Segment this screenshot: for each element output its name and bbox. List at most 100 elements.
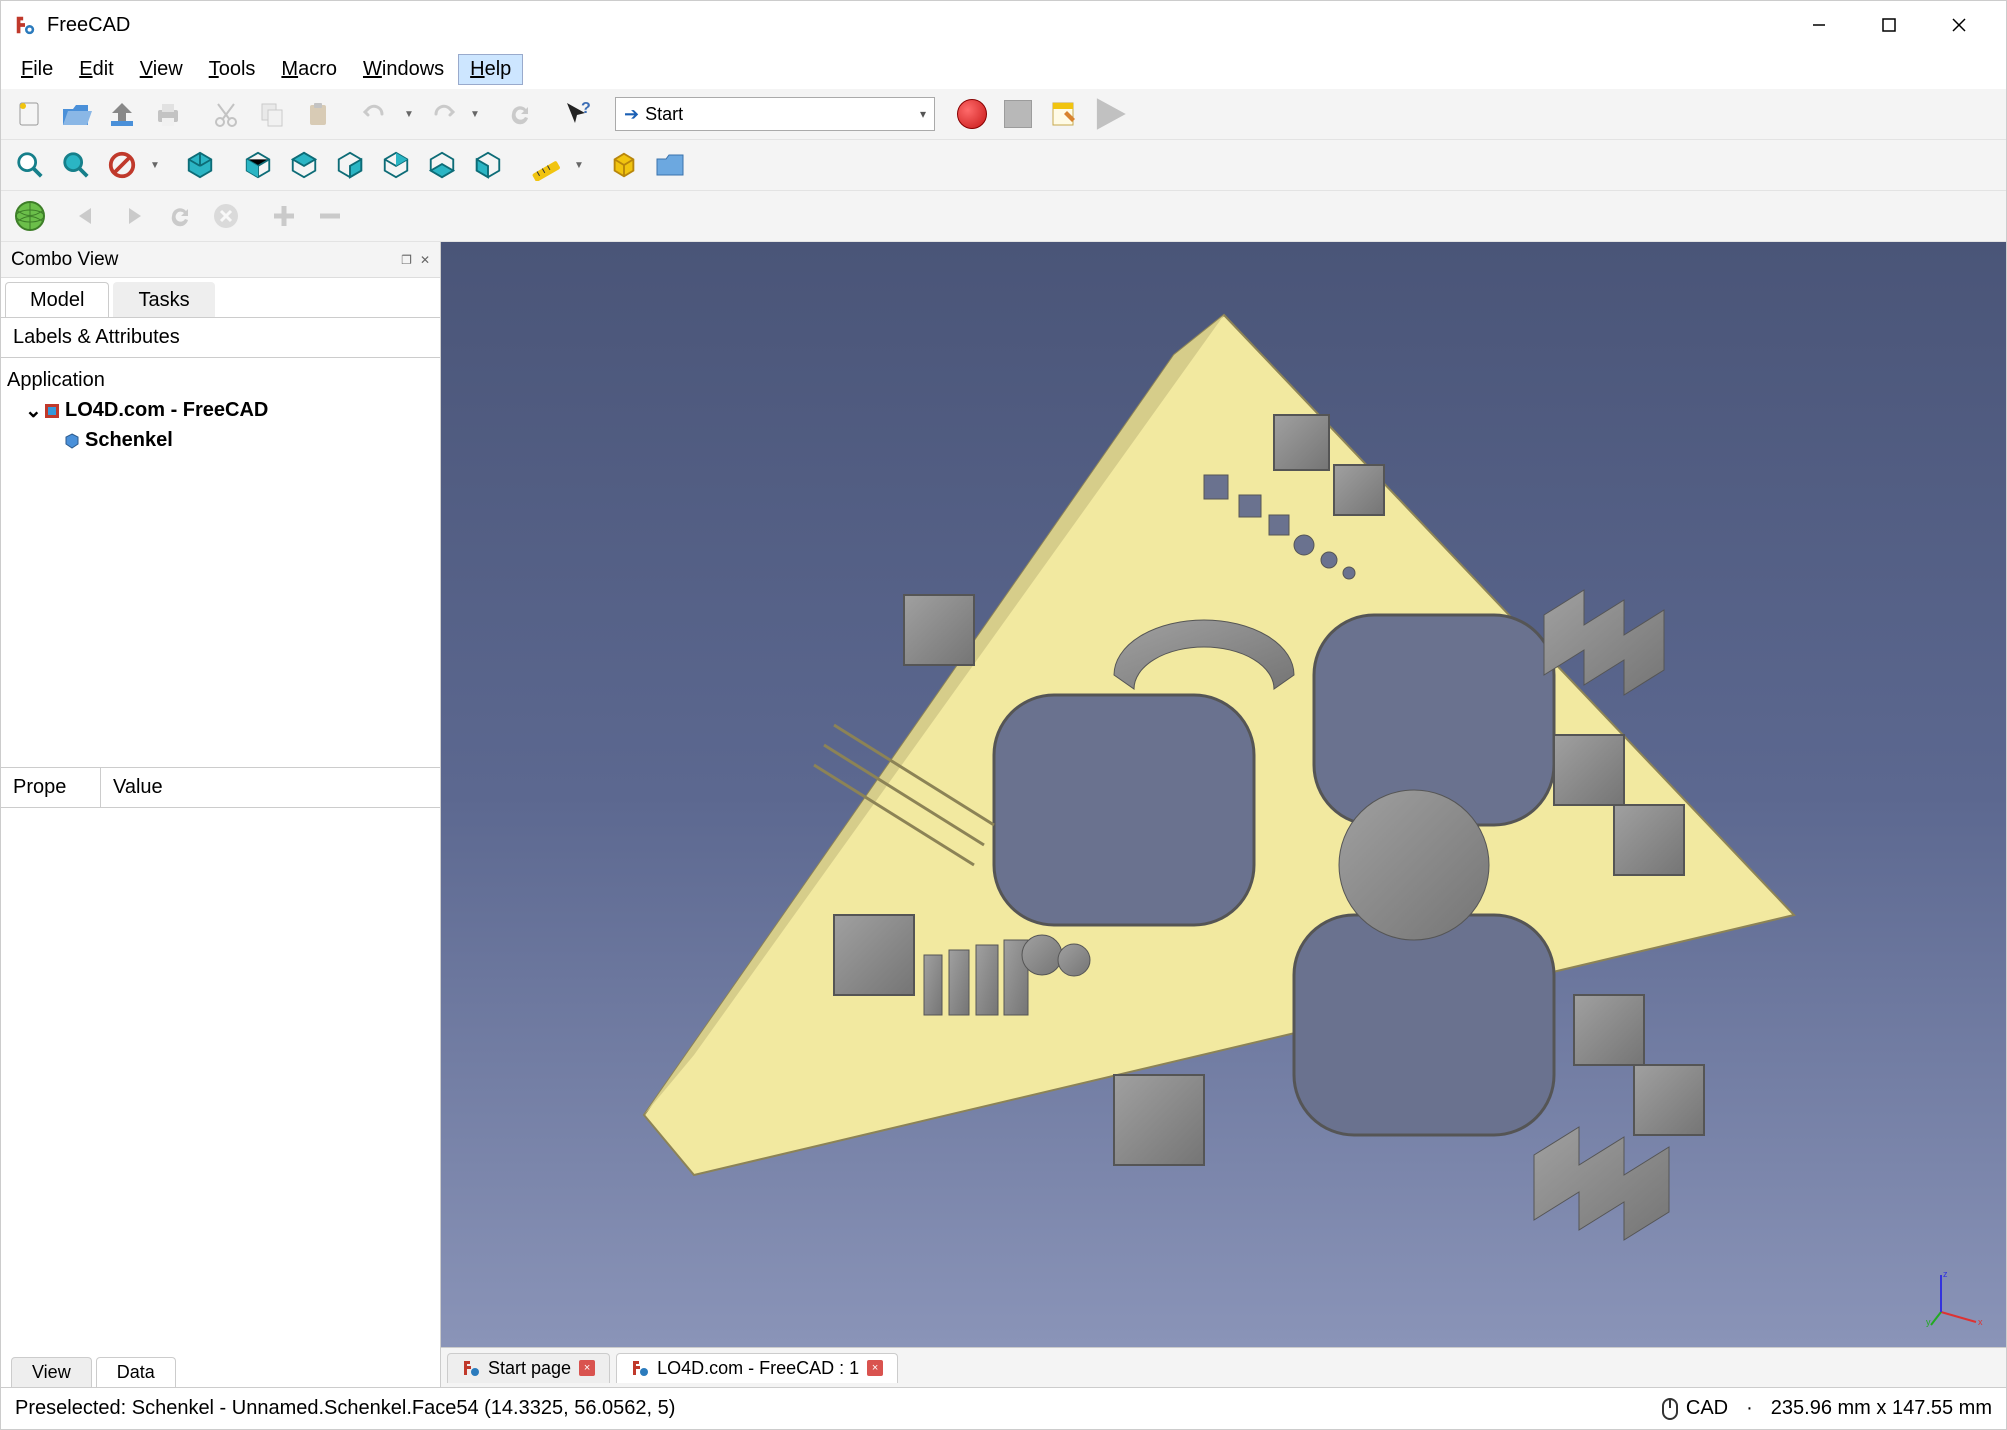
menu-help[interactable]: Help [458, 54, 523, 85]
main-area: Combo View ❐ ✕ Model Tasks Labels & Attr… [1, 242, 2006, 1387]
property-body[interactable] [1, 808, 440, 1351]
tree-body[interactable]: Application ⌄ LO4D.com - FreeCAD Schenke… [1, 358, 440, 767]
part-button[interactable] [603, 144, 645, 186]
maximize-button[interactable] [1854, 1, 1924, 49]
tab-model[interactable]: Model [5, 282, 109, 317]
menu-view[interactable]: View [128, 54, 195, 85]
fit-all-button[interactable] [9, 144, 51, 186]
property-panel: Prope Value View Data [1, 767, 440, 1387]
start-icon: ➔ [624, 104, 639, 125]
menu-tools[interactable]: Tools [197, 54, 268, 85]
expand-icon[interactable]: ⌄ [25, 398, 39, 423]
copy-button[interactable] [251, 93, 293, 135]
top-view-button[interactable] [283, 144, 325, 186]
refresh-button[interactable] [499, 93, 541, 135]
front-view-button[interactable] [237, 144, 279, 186]
panel-float-button[interactable]: ❐ [401, 253, 412, 267]
browser-refresh-button[interactable] [159, 195, 201, 237]
paste-button[interactable] [297, 93, 339, 135]
property-col-name: Prope [1, 768, 101, 807]
property-tab-data[interactable]: Data [96, 1357, 176, 1387]
menu-macro[interactable]: Macro [269, 54, 349, 85]
tab-tasks[interactable]: Tasks [113, 282, 214, 317]
zoom-out-button[interactable] [309, 195, 351, 237]
whats-this-button[interactable]: ? [557, 93, 599, 135]
window-title: FreeCAD [47, 14, 130, 37]
menu-file[interactable]: File [9, 54, 65, 85]
new-button[interactable] [9, 93, 51, 135]
print-button[interactable] [147, 93, 189, 135]
browser-stop-button[interactable] [205, 195, 247, 237]
doc-tab-active[interactable]: LO4D.com - FreeCAD : 1 × [616, 1353, 898, 1383]
close-button[interactable] [1924, 1, 1994, 49]
measure-dropdown[interactable]: ▼ [571, 144, 587, 186]
tree-header: Labels & Attributes [1, 318, 440, 358]
property-tabs: View Data [1, 1351, 440, 1387]
tree-item-label: Schenkel [85, 429, 173, 452]
model-render [441, 242, 2006, 1347]
menu-windows[interactable]: Windows [351, 54, 456, 85]
combo-view-title-bar: Combo View ❐ ✕ [1, 242, 440, 278]
workbench-selector[interactable]: ➔ Start ▾ [615, 97, 935, 131]
toolbar-view: ▼ ▼ [1, 140, 2006, 191]
fit-selection-button[interactable] [55, 144, 97, 186]
nav-style-selector[interactable]: CAD [1660, 1396, 1728, 1422]
rear-view-button[interactable] [375, 144, 417, 186]
combo-tabs: Model Tasks [1, 278, 440, 318]
menu-bar: File Edit View Tools Macro Windows Help [1, 49, 2006, 89]
tree-document-label: LO4D.com - FreeCAD [65, 399, 268, 422]
browser-home-button[interactable] [9, 195, 51, 237]
app-icon [13, 13, 37, 37]
close-icon[interactable]: × [867, 1360, 883, 1376]
bottom-view-button[interactable] [421, 144, 463, 186]
document-icon [43, 402, 61, 420]
right-view-button[interactable] [329, 144, 371, 186]
tree-app-root[interactable]: Application [7, 366, 434, 395]
document-tabs: Start page × LO4D.com - FreeCAD : 1 × [441, 1347, 2006, 1387]
3d-viewport[interactable]: x y z [441, 242, 2006, 1347]
cut-button[interactable] [205, 93, 247, 135]
macro-play-button[interactable] [1089, 93, 1131, 135]
undo-button[interactable] [355, 93, 397, 135]
doc-tab-active-label: LO4D.com - FreeCAD : 1 [657, 1358, 859, 1379]
macro-stop-button[interactable] [997, 93, 1039, 135]
svg-text:z: z [1943, 1269, 1948, 1279]
app-window: FreeCAD File Edit View Tools Macro Windo… [0, 0, 2007, 1430]
status-bar: Preselected: Schenkel - Unnamed.Schenkel… [1, 1387, 2006, 1429]
svg-text:y: y [1926, 1317, 1931, 1327]
group-button[interactable] [649, 144, 691, 186]
combo-view-title: Combo View [11, 249, 118, 271]
panel-close-button[interactable]: ✕ [420, 253, 430, 267]
title-bar: FreeCAD [1, 1, 2006, 49]
draw-style-button[interactable] [101, 144, 143, 186]
browser-forward-button[interactable] [113, 195, 155, 237]
menu-edit[interactable]: Edit [67, 54, 125, 85]
toolbar-web [1, 191, 2006, 242]
macro-edit-button[interactable] [1043, 93, 1085, 135]
save-button[interactable] [101, 93, 143, 135]
app-icon [631, 1359, 649, 1377]
isometric-button[interactable] [179, 144, 221, 186]
combo-view-panel: Combo View ❐ ✕ Model Tasks Labels & Attr… [1, 242, 441, 1387]
tree-document[interactable]: ⌄ LO4D.com - FreeCAD [7, 395, 434, 426]
property-tab-view[interactable]: View [11, 1357, 92, 1387]
redo-dropdown[interactable]: ▼ [467, 93, 483, 135]
minimize-button[interactable] [1784, 1, 1854, 49]
nav-style-label: CAD [1686, 1397, 1728, 1420]
draw-style-dropdown[interactable]: ▼ [147, 144, 163, 186]
measure-button[interactable] [525, 144, 567, 186]
app-icon [462, 1359, 480, 1377]
status-dimensions: 235.96 mm x 147.55 mm [1771, 1397, 1992, 1420]
open-button[interactable] [55, 93, 97, 135]
left-view-button[interactable] [467, 144, 509, 186]
close-icon[interactable]: × [579, 1360, 595, 1376]
tree-item-schenkel[interactable]: Schenkel [7, 426, 434, 455]
redo-button[interactable] [421, 93, 463, 135]
status-preselected: Preselected: Schenkel - Unnamed.Schenkel… [15, 1397, 675, 1420]
workbench-label: Start [645, 104, 683, 125]
macro-record-button[interactable] [951, 93, 993, 135]
browser-back-button[interactable] [67, 195, 109, 237]
zoom-in-button[interactable] [263, 195, 305, 237]
undo-dropdown[interactable]: ▼ [401, 93, 417, 135]
doc-tab-start[interactable]: Start page × [447, 1353, 610, 1383]
